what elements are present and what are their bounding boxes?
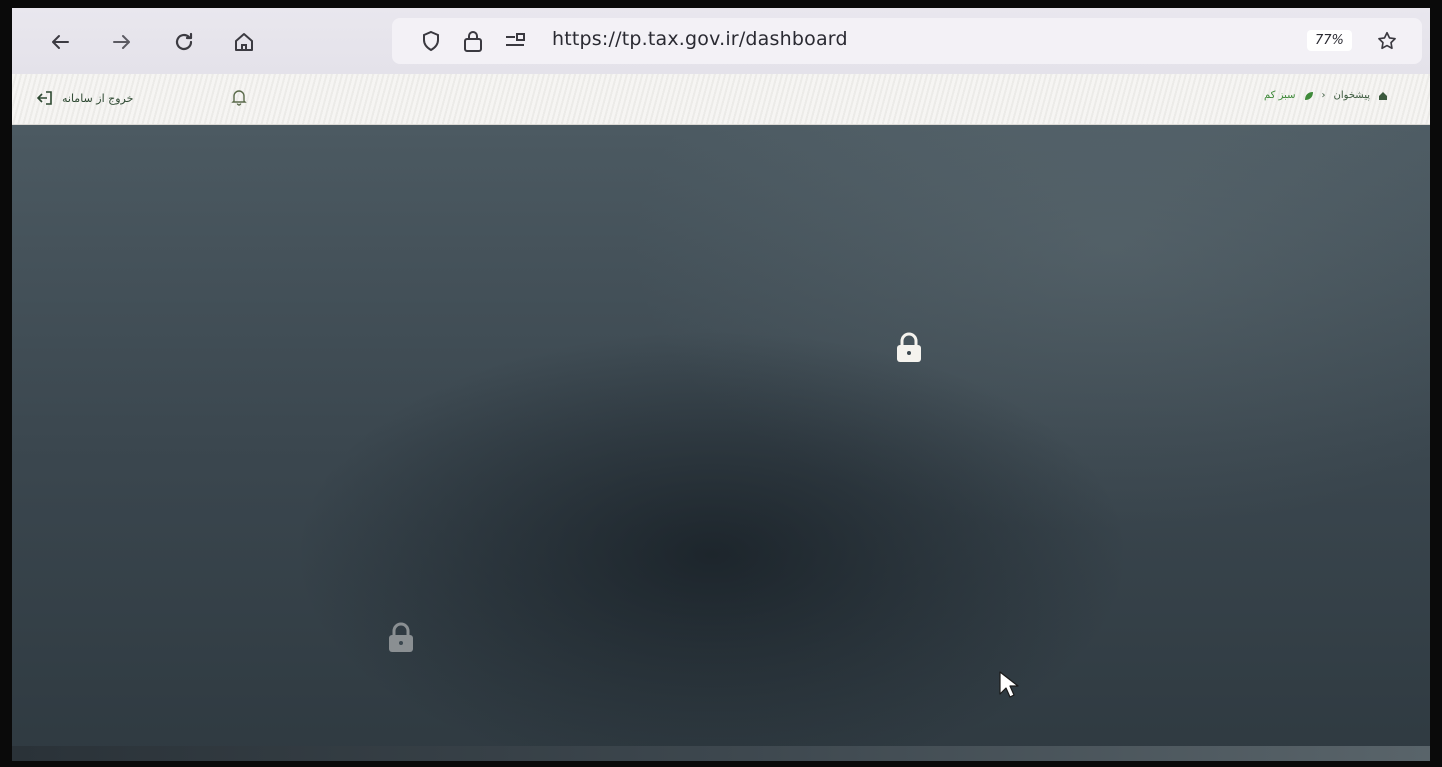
address-bar[interactable]: https://tp.tax.gov.ir/dashboard 77% [392,18,1422,64]
arrow-right-icon [113,35,130,49]
logout-button[interactable]: خروج از سامانه [36,90,133,106]
shield-icon[interactable] [418,28,444,54]
chevron-left-icon: ‹ [1321,90,1326,101]
star-icon [1378,31,1396,50]
app-header: خروج از سامانه پیشخوان ‹ سبز کم [12,74,1430,125]
browser-toolbar: https://tp.tax.gov.ir/dashboard 77% [12,8,1430,75]
lock-icon [897,332,921,362]
home-button[interactable] [226,24,262,60]
permissions-icon[interactable] [502,28,528,54]
forward-button[interactable] [104,24,140,60]
breadcrumb-current: سبز کم [1264,90,1296,101]
logout-label: خروج از سامانه [62,91,134,105]
url-text[interactable]: https://tp.tax.gov.ir/dashboard [552,28,848,50]
reload-button[interactable] [166,24,202,60]
breadcrumb: پیشخوان ‹ سبز کم [1264,90,1388,101]
lock-icon [389,622,413,652]
home-icon [235,33,253,51]
mouse-cursor-icon [999,671,1019,698]
notification-bell-button[interactable] [230,88,248,106]
back-button[interactable] [42,24,78,60]
reload-icon [175,32,193,51]
loading-overlay [12,125,1430,761]
screen-frame: https://tp.tax.gov.ir/dashboard 77% خروج… [0,0,1442,767]
zoom-level-badge[interactable]: 77% [1307,30,1352,51]
home-icon [1379,91,1387,100]
browser-window: https://tp.tax.gov.ir/dashboard 77% خروج… [12,8,1430,761]
logout-icon [36,91,52,105]
bell-icon [231,90,247,106]
bookmark-star-button[interactable] [1372,26,1402,56]
arrow-left-icon [52,35,69,49]
breadcrumb-home[interactable]: پیشخوان [1334,90,1370,101]
bottom-edge [12,746,1430,761]
lock-icon[interactable] [460,28,486,54]
leaf-icon [1304,91,1313,100]
